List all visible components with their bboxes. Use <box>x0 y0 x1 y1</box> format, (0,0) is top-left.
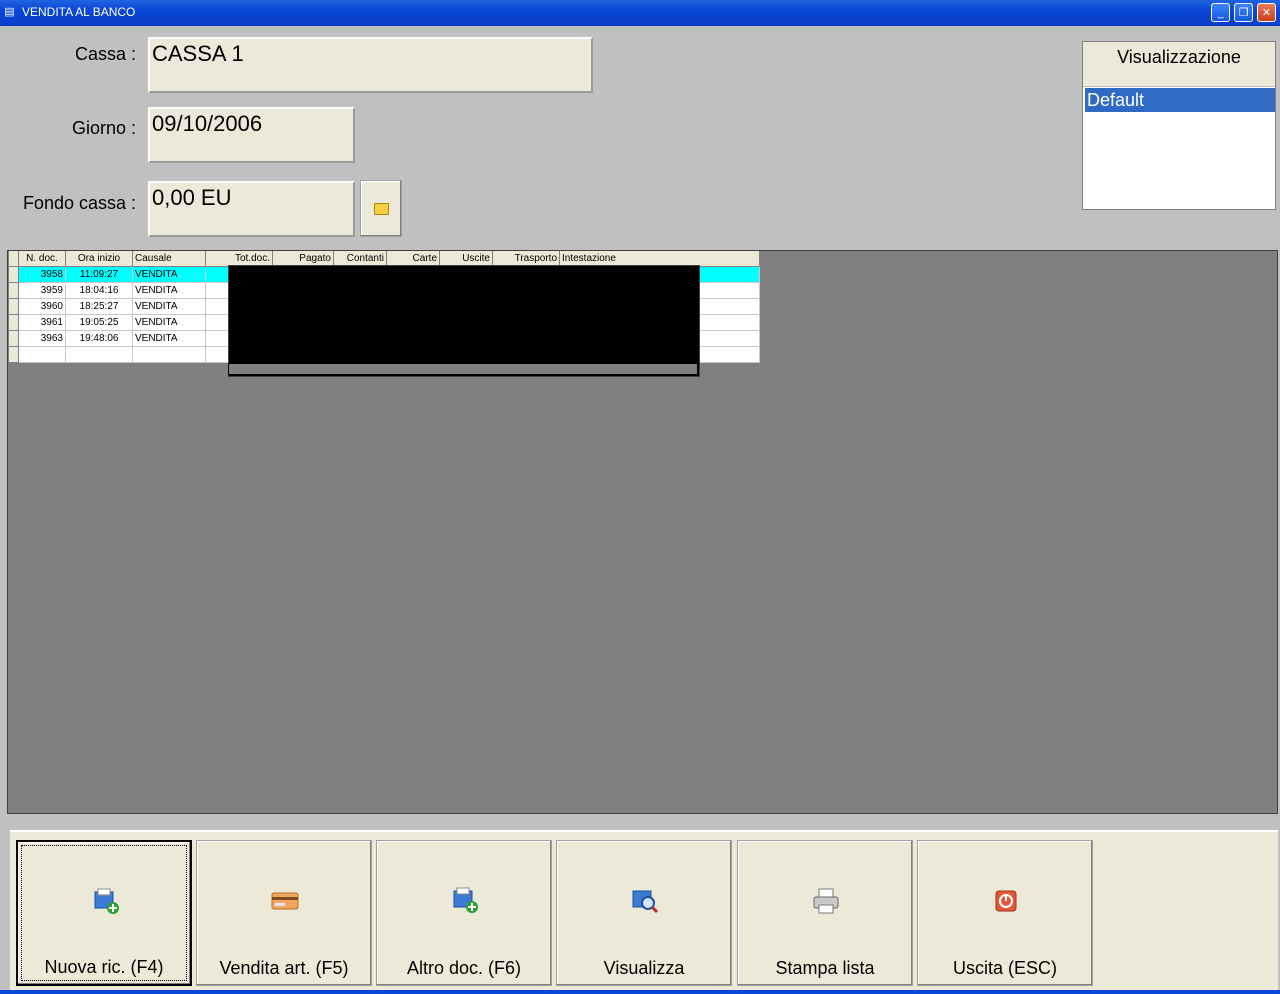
nuova-ricevuta-button[interactable]: Nuova ric. (F4) <box>16 840 192 986</box>
close-button[interactable]: ✕ <box>1257 3 1276 22</box>
col-causale[interactable]: Causale <box>132 251 206 267</box>
cell-causale: VENDITA <box>132 282 206 299</box>
uscita-label: Uscita (ESC) <box>952 958 1057 978</box>
redacted-overlay <box>228 265 700 377</box>
redacted-overlay-edge <box>228 363 698 375</box>
cell-ndoc: 3958 <box>18 266 66 283</box>
row-selector[interactable] <box>8 330 19 347</box>
row-selector[interactable] <box>8 346 19 363</box>
window-title: VENDITA AL BANCO <box>22 5 136 19</box>
cell-ora: 18:04:16 <box>65 282 133 299</box>
open-folder-button[interactable] <box>360 180 402 237</box>
new-receipt-icon <box>94 888 119 914</box>
cell-ora: 11:09:27 <box>65 266 133 283</box>
cell-ndoc: 3960 <box>18 298 66 315</box>
stampa-lista-button[interactable]: Stampa lista <box>737 840 913 986</box>
visualizza-label: Visualizza <box>603 958 685 978</box>
vendita-articoli-label: Vendita art. (F5) <box>219 958 349 978</box>
cell-ndoc: 3961 <box>18 314 66 331</box>
cell-ora: 18:25:27 <box>65 298 133 315</box>
cell-causale: VENDITA <box>132 330 206 347</box>
giorno-field[interactable]: 09/10/2006 <box>148 107 355 163</box>
search-icon <box>632 890 659 914</box>
row-selector-header <box>8 251 19 267</box>
cell-causale: VENDITA <box>132 298 206 315</box>
title-bar: ▤ VENDITA AL BANCO _ ❐ ✕ <box>0 0 1280 26</box>
new-document-icon <box>453 887 478 913</box>
visualizza-button[interactable]: Visualizza <box>556 840 732 986</box>
giorno-label: Giorno : <box>71 118 136 138</box>
cassa-label: Cassa : <box>74 44 136 64</box>
bottom-toolbar: Nuova ric. (F4) Vendita art. (F5) Altro … <box>10 830 1278 990</box>
app-icon: ▤ <box>4 6 15 18</box>
cell-ndoc: 3963 <box>18 330 66 347</box>
col-ndoc[interactable]: N. doc. <box>18 251 66 267</box>
row-selector[interactable] <box>8 282 19 299</box>
row-selector[interactable] <box>8 298 19 315</box>
altro-documento-button[interactable]: Altro doc. (F6) <box>376 840 552 986</box>
row-selector[interactable] <box>8 266 19 283</box>
power-icon <box>995 890 1017 912</box>
visualizzazione-panel: Visualizzazione Default <box>1082 41 1276 210</box>
cell-ora: 19:05:25 <box>65 314 133 331</box>
cell-causale: VENDITA <box>132 314 206 331</box>
stampa-lista-label: Stampa lista <box>775 958 875 978</box>
printer-icon <box>813 888 839 914</box>
vendita-articoli-button[interactable]: Vendita art. (F5) <box>196 840 372 986</box>
nuova-ricevuta-label: Nuova ric. (F4) <box>44 957 164 977</box>
uscita-button[interactable]: Uscita (ESC) <box>917 840 1093 986</box>
documents-grid[interactable]: N. doc. Ora inizio Causale Tot.doc. Paga… <box>7 250 1278 814</box>
fondo-cassa-field[interactable]: 0,00 EU <box>148 181 355 237</box>
cassa-field[interactable]: CASSA 1 <box>148 37 593 93</box>
cell-ora: 19:48:06 <box>65 330 133 347</box>
cell-causale: VENDITA <box>132 266 206 283</box>
fondo-cassa-label: Fondo cassa : <box>22 193 136 213</box>
cell-ndoc: 3959 <box>18 282 66 299</box>
folder-icon <box>373 202 389 215</box>
col-ora-inizio[interactable]: Ora inizio <box>65 251 133 267</box>
sale-card-icon <box>271 892 299 910</box>
visualizzazione-header: Visualizzazione <box>1083 42 1275 87</box>
altro-documento-label: Altro doc. (F6) <box>406 958 522 978</box>
restore-button[interactable]: ❐ <box>1234 3 1253 22</box>
minimize-button[interactable]: _ <box>1211 3 1230 22</box>
row-selector[interactable] <box>8 314 19 331</box>
window-bottom-edge <box>0 990 1280 994</box>
view-item-default[interactable]: Default <box>1085 88 1275 112</box>
